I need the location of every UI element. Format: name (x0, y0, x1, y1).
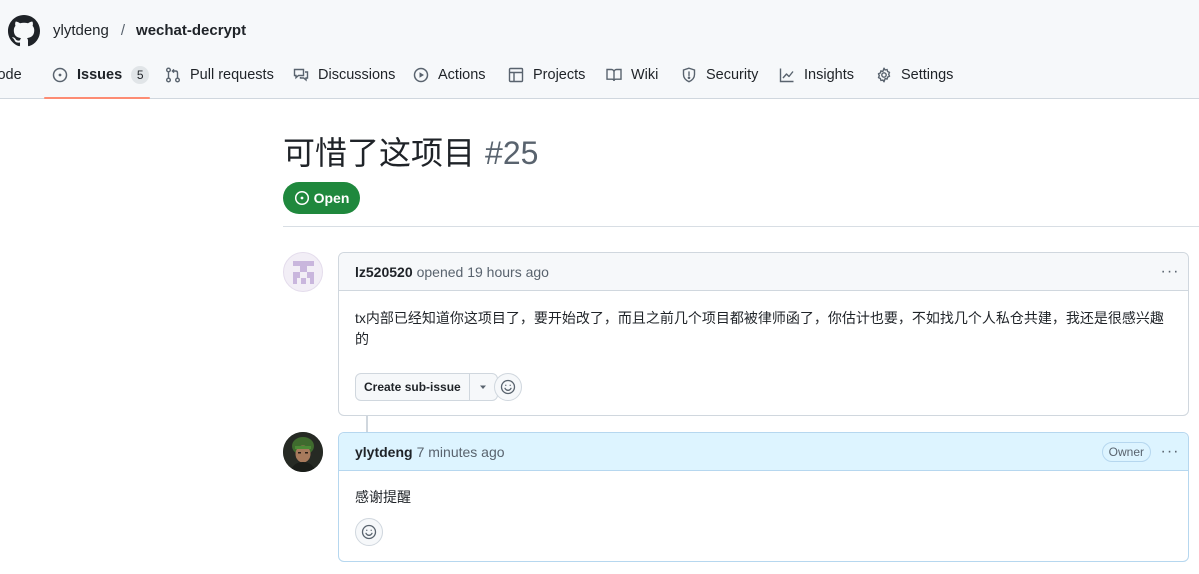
smiley-icon (500, 379, 516, 395)
issue-comment: lz520520 opened 19 hours ago ··· tx内部已经知… (338, 252, 1189, 416)
shield-icon (682, 67, 696, 83)
tab-insights[interactable]: Insights (779, 60, 854, 90)
comment-author[interactable]: lz520520 (355, 264, 413, 280)
tab-pull-requests[interactable]: Pull requests (165, 60, 274, 90)
comment-discussion-icon (293, 68, 309, 82)
author-avatar[interactable] (283, 252, 323, 292)
kebab-menu-icon[interactable]: ··· (1160, 262, 1180, 282)
github-logo-icon[interactable] (8, 15, 40, 47)
issue-title-text: 可惜了这项目 (283, 135, 476, 171)
tab-actions[interactable]: Actions (413, 60, 486, 90)
tab-issues[interactable]: Issues 5 (52, 60, 150, 90)
tab-discussions[interactable]: Discussions (293, 60, 395, 90)
tab-code[interactable]: Code (0, 60, 22, 90)
comment-body: tx内部已经知道你这项目了，要开始改了，而且之前几个项目都被律师函了，你估计也要… (355, 310, 1164, 347)
smiley-icon (361, 524, 377, 540)
tab-label: Code (0, 67, 22, 83)
tab-label: Pull requests (190, 67, 274, 83)
comment-header: lz520520 opened 19 hours ago ··· (339, 253, 1188, 291)
active-tab-underline (44, 97, 150, 99)
kebab-menu-icon[interactable]: ··· (1160, 442, 1180, 462)
repo-tabs: Code Issues 5 Pull requests Discussions … (0, 60, 1199, 99)
issues-counter: 5 (131, 66, 150, 84)
comment-timestamp[interactable]: 7 minutes ago (417, 444, 505, 460)
sub-issue-dropdown[interactable] (470, 374, 497, 400)
tab-label: Discussions (318, 67, 396, 83)
issue-title: 可惜了这项目 #25 (283, 128, 538, 174)
issue-state-label: Open (313, 190, 350, 206)
repo-name-link[interactable]: wechat-decrypt (136, 22, 246, 39)
identicon-avatar-icon (293, 261, 314, 284)
breadcrumb: ylytdeng / wechat-decrypt (53, 22, 246, 39)
repo-owner-link[interactable]: ylytdeng (53, 22, 109, 39)
gear-icon (877, 67, 891, 83)
owner-role-badge: Owner (1101, 442, 1151, 462)
repo-header: ylytdeng / wechat-decrypt Code Issues 5 … (0, 0, 1199, 99)
breadcrumb-separator: / (120, 22, 126, 39)
create-sub-issue-button[interactable]: Create sub-issue (355, 373, 498, 401)
tab-label: Wiki (631, 67, 659, 83)
book-icon (606, 68, 622, 82)
tab-label: Actions (438, 67, 486, 83)
add-reaction-button[interactable] (494, 373, 522, 401)
tab-security[interactable]: Security (681, 60, 758, 90)
play-icon (413, 67, 429, 83)
comment-author[interactable]: ylytdeng (355, 444, 413, 460)
git-pull-request-icon (166, 67, 180, 83)
author-avatar[interactable] (283, 432, 323, 472)
issue-comment: ylytdeng 7 minutes ago Owner ··· 感谢提醒 (338, 432, 1189, 562)
title-divider (283, 226, 1199, 227)
user-photo-avatar-icon (283, 432, 323, 472)
add-reaction-button[interactable] (355, 518, 383, 546)
triangle-down-icon (480, 385, 487, 389)
issue-number: #25 (485, 135, 539, 171)
create-sub-issue-label[interactable]: Create sub-issue (356, 374, 470, 400)
tab-label: Issues (77, 67, 123, 83)
tab-label: Security (706, 67, 759, 83)
issue-state-badge: Open (283, 182, 360, 214)
comment-body: 感谢提醒 (355, 489, 411, 505)
tab-label: Projects (533, 67, 586, 83)
comment-header: ylytdeng 7 minutes ago Owner ··· (339, 433, 1188, 471)
issue-opened-icon (294, 190, 309, 206)
tab-wiki[interactable]: Wiki (606, 60, 658, 90)
issue-opened-icon (52, 67, 68, 83)
graph-icon (779, 68, 794, 83)
tab-settings[interactable]: Settings (876, 60, 953, 90)
table-icon (508, 67, 524, 83)
tab-label: Insights (804, 67, 854, 83)
comment-timestamp[interactable]: opened 19 hours ago (417, 264, 549, 280)
tab-projects[interactable]: Projects (508, 60, 585, 90)
timeline-connector (366, 416, 368, 433)
tab-label: Settings (901, 67, 954, 83)
